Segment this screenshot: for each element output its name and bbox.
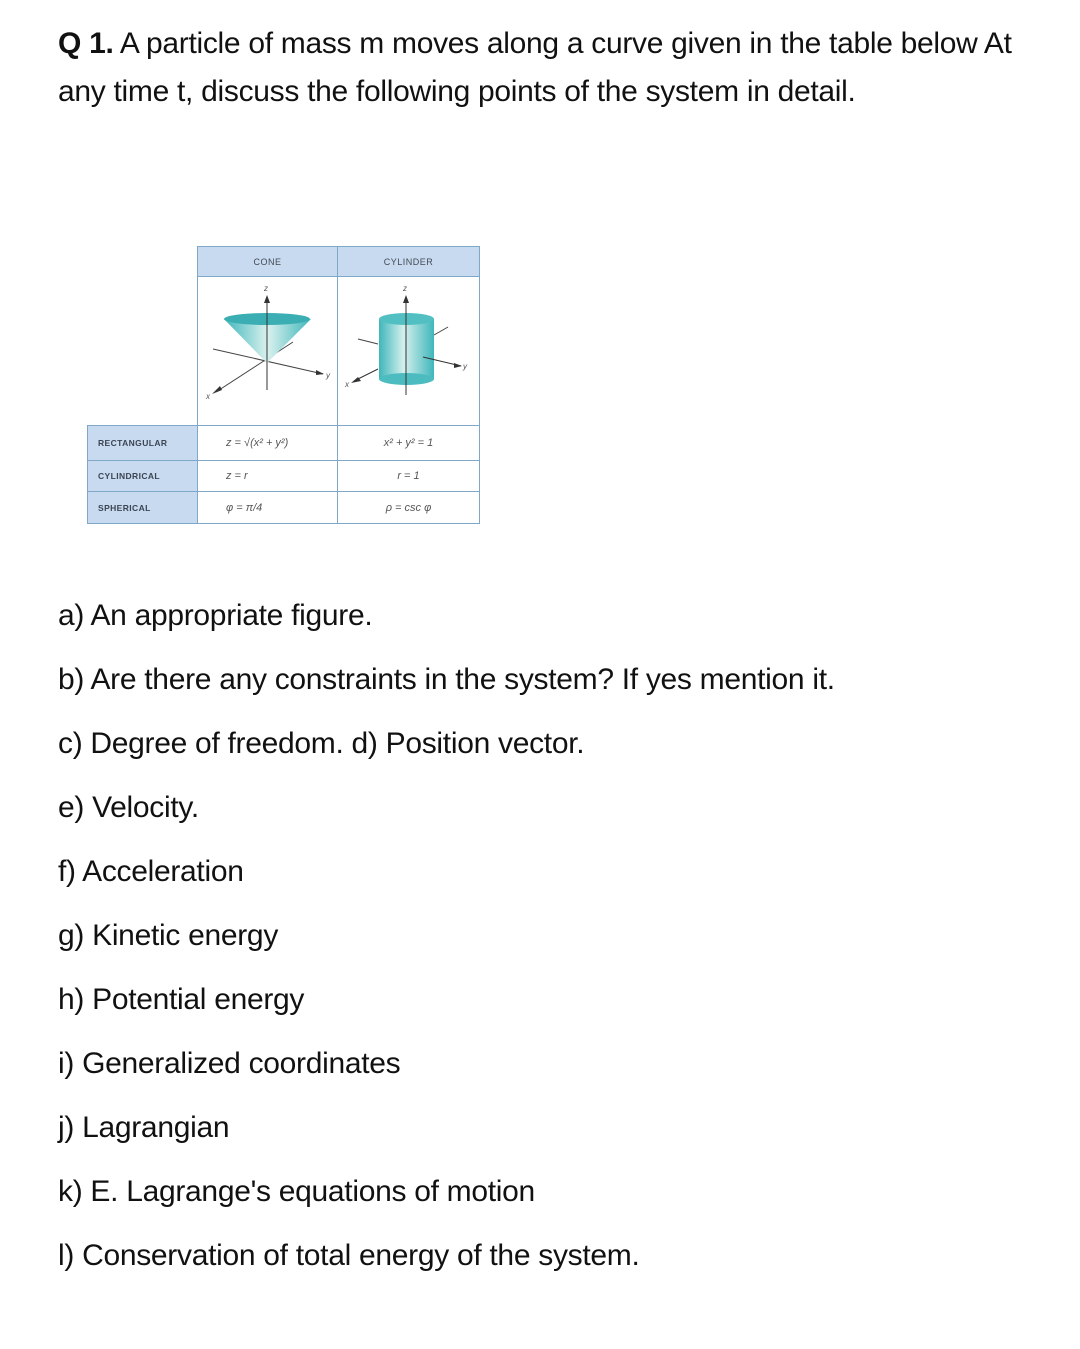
z-arrow-icon — [403, 295, 409, 303]
cone-figure-cell: z y x — [197, 276, 338, 426]
y-label: y — [462, 362, 468, 371]
question-text: Q 1. A particle of mass m moves along a … — [58, 20, 1038, 116]
item-b: b) Are there any constraints in the syst… — [58, 663, 835, 696]
cone-rectangular: z = √(x² + y²) — [197, 425, 338, 461]
z-label: z — [263, 284, 268, 293]
cone-figure: z y x — [205, 284, 331, 401]
y-label: y — [325, 371, 331, 380]
cylinder-cylindrical: r = 1 — [337, 460, 480, 492]
x-label: x — [344, 380, 350, 389]
question-number: Q 1. — [58, 27, 114, 60]
cylinder-figure-cell: z y x — [337, 276, 480, 426]
question-body: A particle of mass m moves along a curve… — [58, 27, 1012, 108]
row-label-rectangular: RECTANGULAR — [87, 425, 198, 461]
item-h: h) Potential energy — [58, 983, 305, 1016]
x-axis-back — [433, 326, 449, 336]
x-label: x — [205, 392, 211, 401]
item-j: j) Lagrangian — [58, 1111, 230, 1144]
item-c-d: c) Degree of freedom. d) Position vector… — [58, 727, 585, 760]
item-l: l) Conservation of total energy of the s… — [58, 1239, 640, 1272]
y-axis-back — [357, 338, 379, 345]
question-items: a) An appropriate figure. b) Are there a… — [58, 592, 1058, 1296]
cylinder-figure: z y x — [344, 284, 468, 395]
z-label: z — [402, 284, 407, 293]
item-i: i) Generalized coordinates — [58, 1047, 401, 1080]
cylinder-spherical: ρ = csc φ — [337, 491, 480, 524]
cylinder-rectangular: x² + y² = 1 — [337, 425, 480, 461]
cone-cylindrical: z = r — [197, 460, 338, 492]
item-f: f) Acceleration — [58, 855, 244, 888]
item-e: e) Velocity. — [58, 791, 199, 824]
item-k: k) E. Lagrange's equations of motion — [58, 1175, 535, 1208]
x-arrow-icon — [212, 386, 222, 394]
z-arrow-icon — [264, 295, 270, 303]
cone-spherical: φ = π/4 — [197, 491, 338, 524]
item-g: g) Kinetic energy — [58, 919, 279, 952]
item-a: a) An appropriate figure. — [58, 599, 373, 632]
row-label-spherical: SPHERICAL — [87, 491, 198, 524]
header-cylinder: CYLINDER — [337, 246, 480, 277]
header-cone: CONE — [197, 246, 338, 277]
row-label-cylindrical: CYLINDRICAL — [87, 460, 198, 492]
